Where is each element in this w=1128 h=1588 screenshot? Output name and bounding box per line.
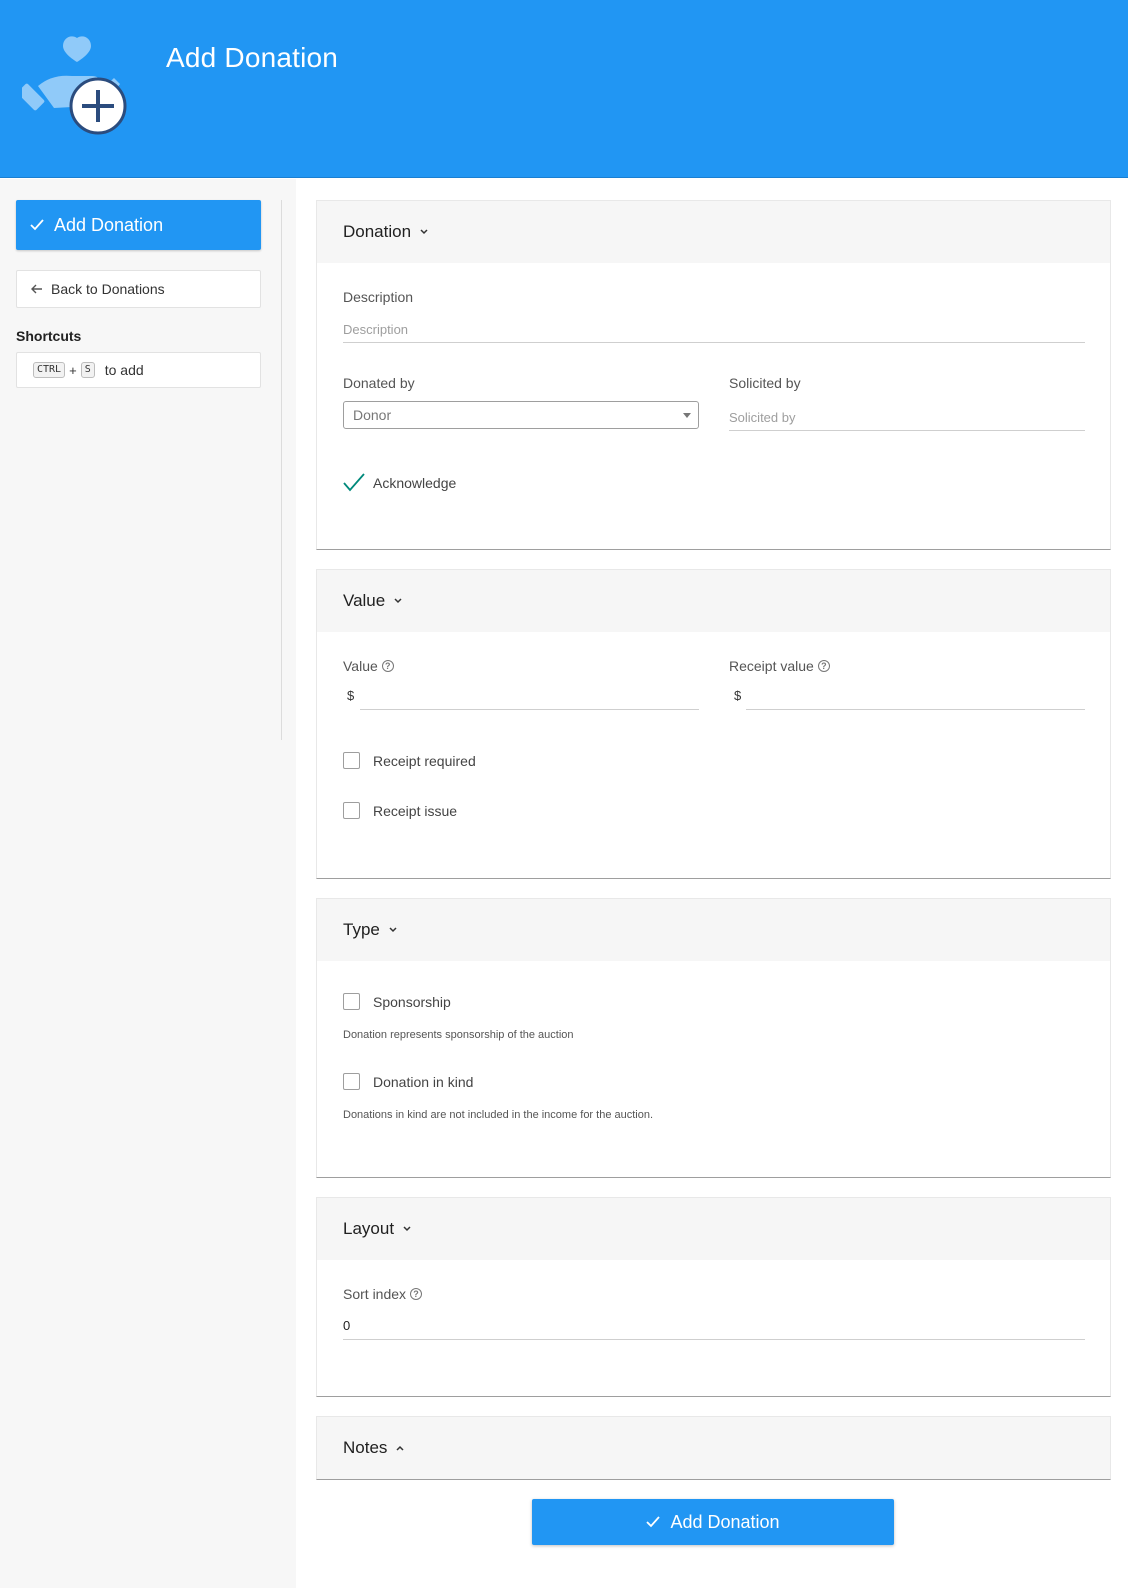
help-icon[interactable]: ? [410,1288,423,1300]
section-layout: Layout Sort index ? [316,1197,1111,1397]
sidebar-add-donation-button[interactable]: Add Donation [16,200,261,250]
app-header: Add Donation [0,0,1128,178]
sort-index-input[interactable] [343,1312,1085,1340]
donated-by-label: Donated by [343,375,415,391]
chevron-up-icon [396,1445,404,1451]
donated-by-value: Donor [353,407,392,423]
acknowledge-checkbox[interactable]: Acknowledge [343,473,456,493]
chevron-down-icon [403,1226,411,1232]
back-to-donations-label: Back to Donations [51,281,165,297]
section-donation-header[interactable]: Donation [317,201,1110,263]
kbd-ctrl: CTRL [33,362,66,378]
section-donation: Donation Description Donated by Donor So… [316,200,1111,550]
shortcuts-title: Shortcuts [16,328,82,344]
check-icon [646,1516,661,1528]
receipt-required-label: Receipt required [373,752,476,769]
value-prefix: $ [347,688,355,703]
description-label: Description [343,289,414,305]
dropdown-caret-icon [683,413,691,418]
hand-heart-plus-icon [22,36,127,135]
section-notes-title: Notes [343,1438,388,1457]
check-icon [343,473,365,492]
add-donation-submit-button[interactable]: Add Donation [532,1499,894,1545]
value-label-text: Value [343,658,378,674]
receipt-issue-label: Receipt issue [373,802,458,819]
solicited-by-label: Solicited by [729,375,801,391]
shortcut-hint: CTRL + S to add [16,352,261,388]
section-value: Value Value ? $ Receipt value ? $ Receip… [316,569,1111,879]
solicited-by-input[interactable] [729,405,1085,431]
description-input[interactable] [343,317,1085,343]
add-donation-submit-label: Add Donation [670,1511,780,1532]
sponsorship-hint: Donation represents sponsorship of the a… [343,1029,574,1041]
shortcut-text: to add [104,362,144,378]
value-label: Value ? [343,658,394,674]
sidebar-divider [281,200,282,740]
checkbox-box[interactable] [343,993,360,1010]
sidebar [0,179,296,1588]
chevron-down-icon [394,598,402,604]
section-value-title: Value [343,591,386,610]
donation-in-kind-hint: Donations in kind are not included in th… [343,1109,654,1121]
section-type-header[interactable]: Type [317,899,1110,961]
checkbox-box[interactable] [343,802,360,819]
sidebar-add-donation-label: Add Donation [54,214,164,235]
kbd-s: S [80,362,95,378]
donation-in-kind-label: Donation in kind [373,1073,474,1090]
section-type: Type Sponsorship Donation represents spo… [316,898,1111,1178]
receipt-required-checkbox[interactable]: Receipt required [343,752,476,769]
section-layout-title: Layout [343,1219,395,1238]
chevron-down-icon [420,229,428,235]
help-icon[interactable]: ? [817,660,830,672]
checkbox-box[interactable] [343,1073,360,1090]
section-notes: Notes [316,1416,1111,1480]
checkbox-box[interactable] [343,752,360,769]
section-type-title: Type [343,920,380,939]
sort-index-label-text: Sort index [343,1286,407,1302]
help-icon[interactable]: ? [381,660,394,672]
donation-in-kind-checkbox[interactable]: Donation in kind [343,1073,473,1090]
sort-index-label: Sort index ? [343,1286,423,1302]
section-notes-header[interactable]: Notes [317,1417,1110,1479]
receipt-value-label: Receipt value ? [729,658,830,674]
arrow-left-icon [31,284,42,294]
check-icon [30,219,44,231]
value-input[interactable] [360,682,699,710]
back-to-donations-button[interactable]: Back to Donations [16,270,261,308]
receipt-issue-checkbox[interactable]: Receipt issue [343,802,457,819]
acknowledge-label: Acknowledge [373,475,457,491]
sponsorship-label: Sponsorship [373,993,451,1010]
sponsorship-checkbox[interactable]: Sponsorship [343,993,451,1010]
chevron-down-icon [389,927,397,933]
page-title: Add Donation [166,42,339,73]
section-donation-title: Donation [343,222,412,241]
kbd-plus: + [69,362,77,378]
section-layout-header[interactable]: Layout [317,1198,1110,1260]
donated-by-select[interactable]: Donor [343,401,699,429]
receipt-value-label-text: Receipt value [729,658,814,674]
section-value-header[interactable]: Value [317,570,1110,632]
receipt-value-prefix: $ [734,688,742,703]
receipt-value-input[interactable] [746,682,1085,710]
